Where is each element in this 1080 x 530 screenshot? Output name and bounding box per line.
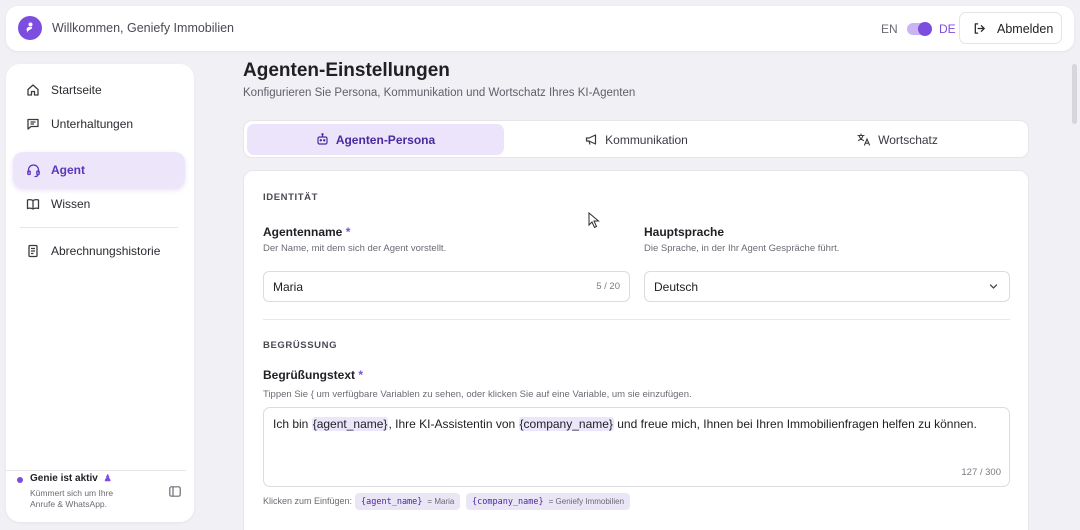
greeting-textarea[interactable]: Ich bin {agent_name}, Ihre KI-Assistenti… [263, 407, 1010, 487]
sidebar-footer-divider [6, 470, 186, 471]
agent-name-label-text: Agentenname [263, 225, 343, 239]
person-icon: ♟ [103, 473, 112, 483]
robot-icon [316, 133, 329, 146]
main-language-hint: Die Sprache, in der Ihr Agent Gespräche … [644, 243, 840, 254]
sidebar-item-label: Wissen [51, 197, 91, 211]
sidebar-divider [20, 227, 178, 228]
agent-name-label: Agentenname * [263, 225, 350, 239]
persona-card: IDENTITÄT Agentenname * Der Name, mit de… [243, 170, 1029, 530]
receipt-icon [26, 244, 40, 258]
status-subtitle: Kümmert sich um Ihre Anrufe & WhatsApp. [30, 488, 114, 509]
sidebar: Startseite Unterhaltungen Agent Wissen A… [6, 64, 194, 522]
sidebar-item-startseite[interactable]: Startseite [13, 74, 185, 106]
greeting-text-label-text: Begrüßungstext [263, 368, 356, 382]
sidebar-item-label: Startseite [51, 83, 102, 97]
headset-icon [26, 163, 40, 178]
variable-chip-company-name[interactable]: {company_name} = Geniefy Immobilien [466, 493, 631, 510]
chip-code: {agent_name} [361, 496, 423, 507]
greeting-text-label: Begrüßungstext * [263, 368, 363, 382]
tab-kommunikation[interactable]: Kommunikation [508, 124, 765, 155]
chat-icon [26, 117, 40, 131]
main-language-label: Hauptsprache [644, 225, 725, 239]
agent-name-input[interactable]: Maria 5 / 20 [263, 271, 630, 302]
sidebar-collapse-icon[interactable] [169, 484, 181, 502]
book-icon [26, 197, 40, 211]
section-greeting-heading: BEGRÜSSUNG [263, 340, 338, 351]
lang-en-label[interactable]: EN [881, 22, 898, 36]
sidebar-item-unterhaltungen[interactable]: Unterhaltungen [13, 108, 185, 140]
agent-name-hint: Der Name, mit dem sich der Agent vorstel… [263, 243, 447, 254]
chevron-down-icon [988, 281, 999, 295]
translate-icon [857, 133, 871, 146]
greeting-counter: 127 / 300 [961, 467, 1001, 478]
logout-icon [973, 22, 986, 38]
top-bar: Willkommen, Geniefy Immobilien EN DE Abm… [6, 6, 1074, 51]
logout-button[interactable]: Abmelden [959, 12, 1062, 44]
chip-value: = Geniefy Immobilien [548, 497, 625, 506]
megaphone-icon [585, 133, 598, 146]
sidebar-item-label: Agent [51, 163, 85, 177]
welcome-text: Willkommen, Geniefy Immobilien [52, 21, 234, 35]
chip-value: = Maria [427, 497, 455, 506]
greeting-text-segment: , Ihre KI-Assistentin von [388, 417, 519, 431]
page-scrollbar[interactable] [1072, 64, 1077, 124]
sidebar-item-agent[interactable]: Agent [13, 152, 185, 188]
language-toggle[interactable] [907, 22, 932, 36]
required-mark: * [345, 225, 351, 239]
insert-chips-label: Klicken zum Einfügen: [263, 496, 353, 506]
required-mark: * [358, 368, 364, 382]
variable-token: {agent_name} [311, 417, 389, 431]
status-title-text: Genie ist aktiv [30, 473, 98, 484]
home-icon [26, 83, 40, 97]
tab-label: Wortschatz [878, 132, 938, 147]
section-identity-heading: IDENTITÄT [263, 192, 319, 203]
app-logo[interactable] [18, 16, 42, 40]
status-dot [17, 477, 23, 483]
tab-agenten-persona[interactable]: Agenten-Persona [247, 124, 504, 155]
chip-code: {company_name} [472, 496, 544, 507]
status-title: Genie ist aktiv ♟ [30, 473, 112, 484]
variable-chip-agent-name[interactable]: {agent_name} = Maria [355, 493, 461, 510]
tab-label: Agenten-Persona [335, 132, 436, 147]
greeting-text-hint: Tippen Sie { um verfügbare Variablen zu … [263, 389, 692, 400]
greeting-text-content: Ich bin {agent_name}, Ihre KI-Assistenti… [273, 417, 977, 431]
lang-de-label[interactable]: DE [939, 22, 956, 36]
greeting-text-segment: Ich bin [273, 417, 312, 431]
agent-name-counter: 5 / 20 [596, 281, 620, 292]
section-divider [263, 319, 1010, 320]
mouse-cursor-icon [588, 211, 600, 234]
sidebar-item-abrechnungshistorie[interactable]: Abrechnungshistorie [13, 235, 185, 267]
main-language-value: Deutsch [654, 280, 699, 294]
agent-name-value: Maria [273, 280, 304, 294]
sidebar-item-label: Abrechnungshistorie [51, 244, 161, 258]
main-language-select[interactable]: Deutsch [644, 271, 1010, 302]
logo-icon [26, 22, 33, 34]
tab-bar: Agenten-Persona Kommunikation Wortschatz [243, 120, 1029, 158]
sidebar-item-wissen[interactable]: Wissen [13, 188, 185, 220]
tab-label: Kommunikation [605, 132, 688, 147]
toggle-knob [918, 22, 932, 36]
variable-token: {company_name} [518, 417, 614, 431]
logout-label: Abmelden [997, 22, 1054, 36]
tab-wortschatz[interactable]: Wortschatz [769, 124, 1026, 155]
greeting-text-segment: und freue mich, Ihnen bei Ihren Immobili… [613, 417, 977, 431]
page-title: Agenten-Einstellungen [243, 60, 450, 81]
page-subtitle: Konfigurieren Sie Persona, Kommunikation… [243, 87, 636, 99]
sidebar-item-label: Unterhaltungen [51, 117, 134, 131]
